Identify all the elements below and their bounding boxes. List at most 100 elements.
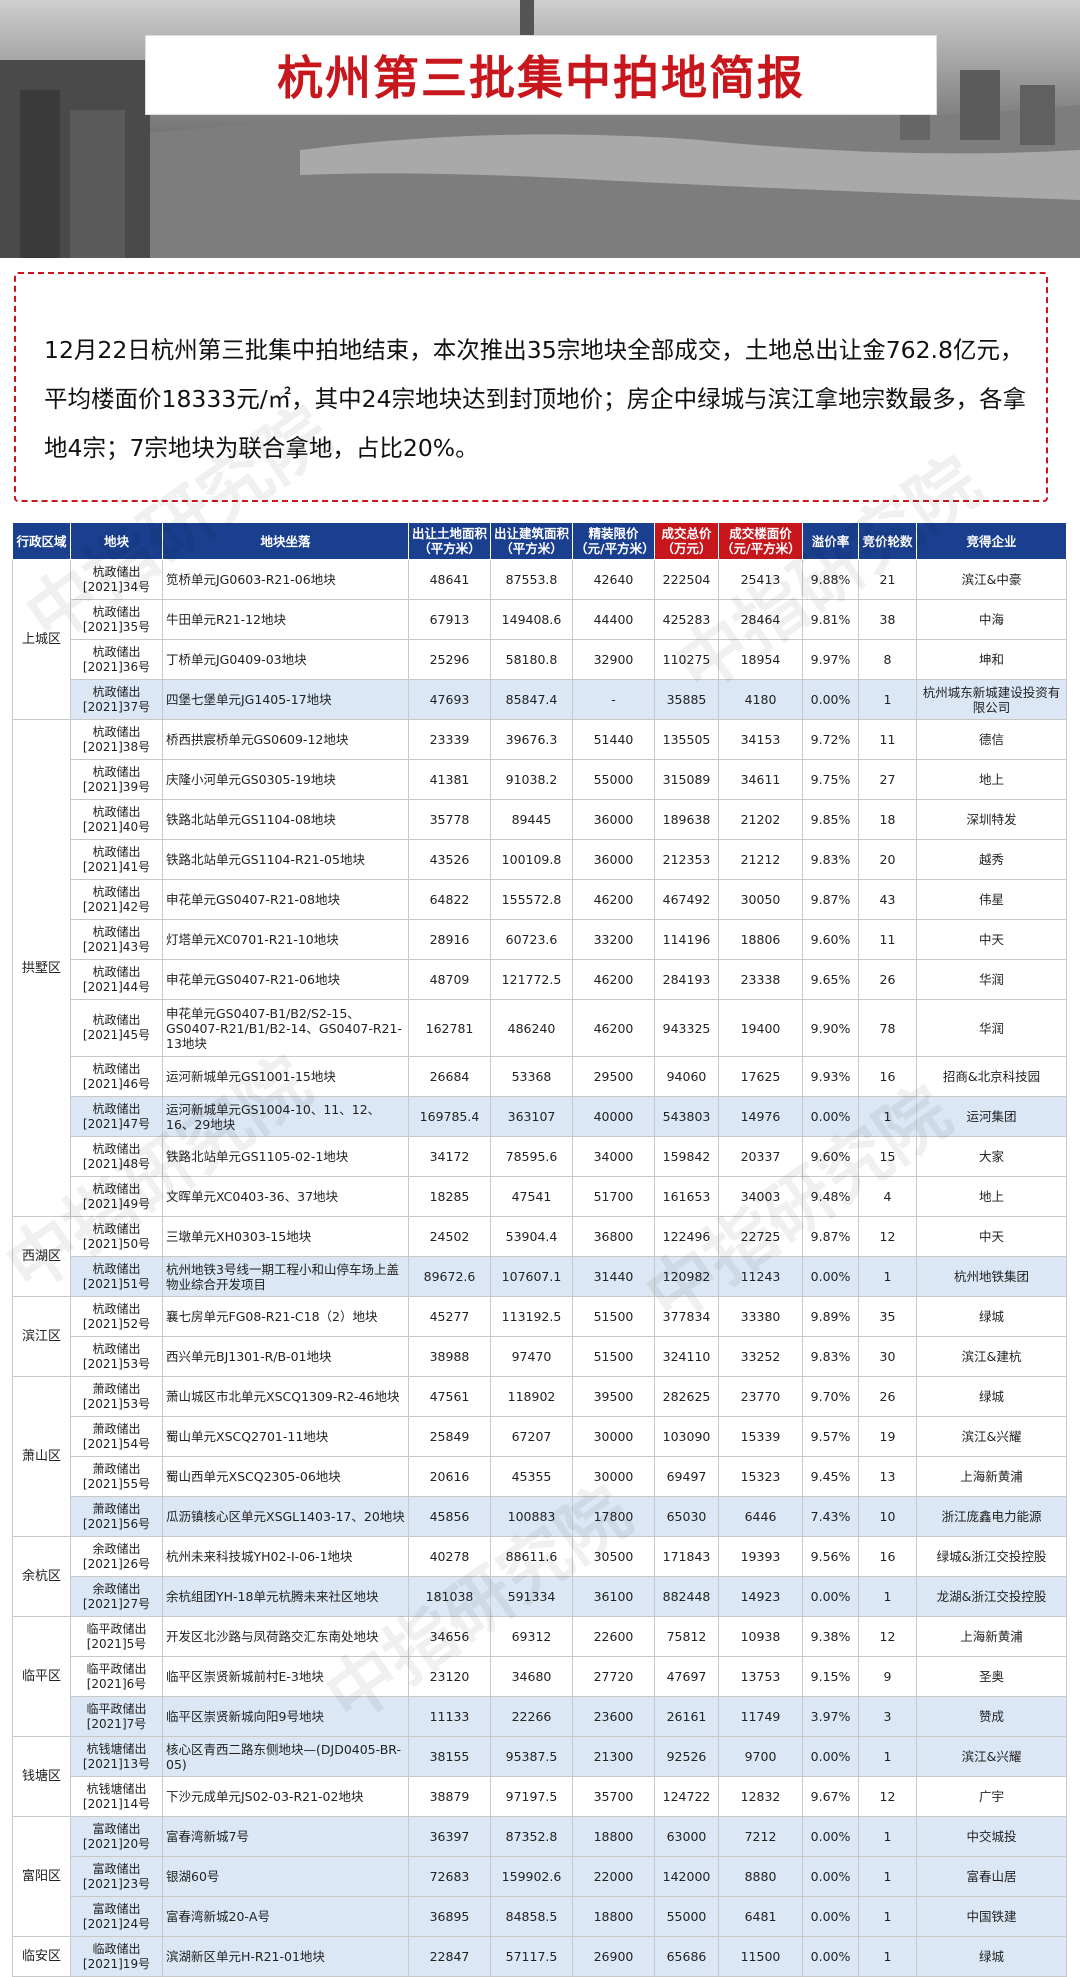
- building-area: 591334: [490, 1576, 573, 1617]
- land-area: 23339: [408, 719, 491, 760]
- floor-price: 21202: [718, 799, 803, 840]
- price-cap: 18800: [572, 1896, 655, 1937]
- premium-rate: 9.57%: [802, 1416, 859, 1457]
- building-area: 39676.3: [490, 719, 573, 760]
- total-price: 543803: [654, 1096, 719, 1137]
- lot-id: 临政储出[2021]19号: [70, 1936, 163, 1977]
- bid-rounds: 20: [858, 839, 917, 880]
- summary-text: 12月22日杭州第三批集中拍地结束，本次推出35宗地块全部成交，土地总出让金76…: [44, 336, 1027, 462]
- hero-banner: 杭州第三批集中拍地简报: [0, 0, 1080, 258]
- premium-rate: 0.00%: [802, 1096, 859, 1137]
- premium-rate: 7.43%: [802, 1496, 859, 1537]
- land-area: 38155: [408, 1736, 491, 1777]
- premium-rate: 3.97%: [802, 1696, 859, 1737]
- lot-id: 杭政储出[2021]44号: [70, 959, 163, 1000]
- bid-rounds: 8: [858, 639, 917, 680]
- price-cap: 46200: [572, 879, 655, 920]
- floor-price: 23338: [718, 959, 803, 1000]
- price-cap: 17800: [572, 1496, 655, 1537]
- lot-location: 襄七房单元FG08-R21-C18（2）地块: [162, 1296, 409, 1337]
- table-row: 杭政储出[2021]47号 运河新城单元GS1004-10、11、12、16、29…: [13, 1096, 1067, 1137]
- building-area: 34680: [490, 1656, 573, 1697]
- lot-location: 临平区崇贤新城向阳9号地块: [162, 1696, 409, 1737]
- column-header: 竞得企业: [916, 522, 1067, 560]
- building-area: 91038.2: [490, 759, 573, 800]
- table-row: 萧山区 萧政储出[2021]53号 萧山城区市北单元XSCQ1309-R2-46地块…: [12, 1376, 1067, 1537]
- price-cap: 32900: [572, 639, 655, 680]
- building-area: 89445: [490, 799, 573, 840]
- bid-rounds: 16: [858, 1056, 917, 1097]
- floor-price: 19393: [718, 1536, 803, 1577]
- table-row: 杭政储出[2021]43号 灯塔单元XC0701-R21-10地块 28916 607…: [13, 919, 1067, 960]
- building-area: 67207: [490, 1416, 573, 1457]
- land-area: 20616: [408, 1456, 491, 1497]
- total-price: 92526: [654, 1736, 719, 1777]
- total-price: 425283: [654, 599, 719, 640]
- lot-location: 申花单元GS0407-R21-08地块: [162, 879, 409, 920]
- winning-company: 中天: [916, 919, 1067, 960]
- winning-company: 广宇: [916, 1776, 1067, 1817]
- total-price: 161653: [654, 1176, 719, 1217]
- bid-rounds: 1: [858, 1736, 917, 1777]
- land-area: 45856: [408, 1496, 491, 1537]
- floor-price: 15323: [718, 1456, 803, 1497]
- table-row: 富阳区 富政储出[2021]20号 富春湾新城7号 36397 87352.8 18800…: [12, 1816, 1067, 1937]
- premium-rate: 9.65%: [802, 959, 859, 1000]
- district-cell: 临安区: [12, 1936, 71, 1977]
- premium-rate: 9.72%: [802, 719, 859, 760]
- premium-rate: 0.00%: [802, 1896, 859, 1937]
- total-price: 282625: [654, 1376, 719, 1417]
- land-area: 34172: [408, 1136, 491, 1177]
- lot-id: 萧政储出[2021]54号: [70, 1416, 163, 1457]
- bid-rounds: 12: [858, 1776, 917, 1817]
- winning-company: 上海新黄浦: [916, 1616, 1067, 1657]
- lot-location: 下沙元成单元JS02-03-R21-02地块: [162, 1776, 409, 1817]
- building-area: 118902: [490, 1376, 573, 1417]
- floor-price: 11243: [718, 1256, 803, 1297]
- total-price: 47697: [654, 1656, 719, 1697]
- price-cap: 51500: [572, 1296, 655, 1337]
- lot-id: 杭政储出[2021]46号: [70, 1056, 163, 1097]
- premium-rate: 9.38%: [802, 1616, 859, 1657]
- building-area: 97197.5: [490, 1776, 573, 1817]
- land-area: 48641: [408, 559, 491, 600]
- bid-rounds: 1: [858, 1576, 917, 1617]
- bid-rounds: 26: [858, 959, 917, 1000]
- bid-rounds: 27: [858, 759, 917, 800]
- bid-rounds: 4: [858, 1176, 917, 1217]
- lot-location: 申花单元GS0407-R21-06地块: [162, 959, 409, 1000]
- table-header: 行政区域 地块 地块坐落 出让土地面积（平方米） 出让建筑面积（平方米） 精装限价（元/平…: [12, 522, 1067, 560]
- table-row: 杭政储出[2021]39号 庆隆小河单元GS0305-19地块 41381 91038…: [13, 759, 1067, 800]
- land-area: 24502: [408, 1216, 491, 1257]
- winning-company: 中海: [916, 599, 1067, 640]
- price-cap: 51500: [572, 1336, 655, 1377]
- winning-company: 滨江&建杭: [916, 1336, 1067, 1377]
- premium-rate: 9.97%: [802, 639, 859, 680]
- total-price: 26161: [654, 1696, 719, 1737]
- winning-company: 招商&北京科技园: [916, 1056, 1067, 1097]
- bid-rounds: 13: [858, 1456, 917, 1497]
- winning-company: 滨江&中豪: [916, 559, 1067, 600]
- price-cap: 30000: [572, 1456, 655, 1497]
- premium-rate: 9.83%: [802, 1336, 859, 1377]
- winning-company: 杭州城东新城建设投资有限公司: [916, 679, 1067, 720]
- bid-rounds: 11: [858, 719, 917, 760]
- premium-rate: 9.45%: [802, 1456, 859, 1497]
- price-cap: 18800: [572, 1816, 655, 1857]
- lot-id: 杭钱塘储出[2021]13号: [70, 1736, 163, 1777]
- table-row: 余政储出[2021]27号 余杭组团YH-18单元杭腾未来社区地块 181038 59…: [13, 1576, 1067, 1617]
- winning-company: 地上: [916, 1176, 1067, 1217]
- premium-rate: 9.87%: [802, 879, 859, 920]
- lot-location: 核心区青西二路东侧地块—(DJD0405-BR-05): [162, 1736, 409, 1777]
- premium-rate: 9.81%: [802, 599, 859, 640]
- floor-price: 18806: [718, 919, 803, 960]
- winning-company: 德信: [916, 719, 1067, 760]
- lot-location: 庆隆小河单元GS0305-19地块: [162, 759, 409, 800]
- page-title: 杭州第三批集中拍地简报: [277, 51, 805, 105]
- premium-rate: 9.60%: [802, 1136, 859, 1177]
- lot-location: 四堡七堡单元JG1405-17地块: [162, 679, 409, 720]
- floor-price: 9700: [718, 1736, 803, 1777]
- lot-id: 杭政储出[2021]38号: [70, 719, 163, 760]
- lot-id: 富政储出[2021]23号: [70, 1856, 163, 1897]
- land-auction-table: 行政区域 地块 地块坐落 出让土地面积（平方米） 出让建筑面积（平方米） 精装限价（元/平…: [12, 522, 1067, 1977]
